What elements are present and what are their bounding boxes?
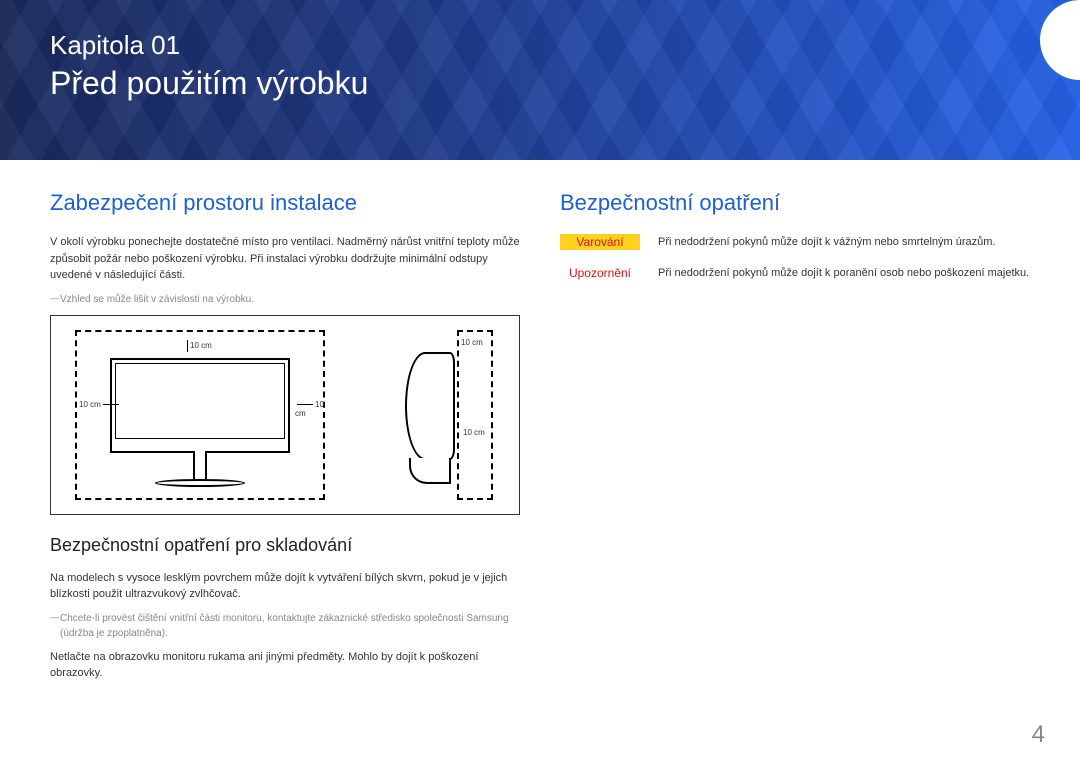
cleaning-note: Chcete-li provést čištění vnitřní části …	[50, 611, 520, 641]
monitor-side-icon	[405, 352, 455, 460]
dim-right: 10 cm	[295, 400, 335, 418]
warning-label: Varování	[560, 234, 640, 250]
dim-side-top: 10 cm	[461, 338, 483, 347]
right-column: Bezpečnostní opatření Varování Při nedod…	[560, 190, 1030, 690]
side-stand-icon	[409, 458, 451, 484]
storage-paragraph-1: Na modelech s vysoce lesklým povrchem mů…	[50, 570, 520, 603]
heading-installation-space: Zabezpečení prostoru instalace	[50, 190, 520, 216]
heading-safety-precautions: Bezpečnostní opatření	[560, 190, 1030, 216]
caution-text: Při nedodržení pokynů může dojít k poran…	[658, 265, 1030, 282]
dim-left: 10 cm	[79, 400, 121, 409]
storage-paragraph-2: Netlačte na obrazovku monitoru rukama an…	[50, 649, 520, 682]
table-row: Varování Při nedodržení pokynů může dojí…	[560, 234, 1030, 251]
heading-storage-precautions: Bezpečnostní opatření pro skladování	[50, 535, 520, 556]
warning-text: Při nedodržení pokynů může dojít k vážný…	[658, 234, 1030, 251]
figure-side-view: 10 cm 10 cm	[365, 330, 495, 500]
table-row: Upozornění Při nedodržení pokynů může do…	[560, 265, 1030, 282]
page-content: Zabezpečení prostoru instalace V okolí v…	[0, 160, 1080, 690]
figure-front-view: 10 cm 10 cm 10 cm	[65, 330, 335, 500]
stand-base-icon	[155, 479, 245, 487]
dim-side-back: 10 cm	[463, 428, 485, 437]
warning-table: Varování Při nedodržení pokynů může dojí…	[560, 234, 1030, 281]
stand-neck-icon	[193, 451, 207, 479]
dim-top: 10 cm	[185, 340, 212, 352]
appearance-note: Vzhled se může lišit v závislosti na výr…	[50, 292, 520, 307]
clearance-boundary-side	[457, 330, 493, 500]
chapter-number: Kapitola 01	[50, 30, 1030, 61]
monitor-front-icon	[110, 358, 290, 453]
chapter-banner: Kapitola 01 Před použitím výrobku	[0, 0, 1080, 160]
clearance-figure: 10 cm 10 cm 10 cm 10 cm 10 cm	[50, 315, 520, 515]
chapter-title: Před použitím výrobku	[50, 65, 1030, 102]
left-column: Zabezpečení prostoru instalace V okolí v…	[50, 190, 520, 690]
installation-paragraph: V okolí výrobku ponechejte dostatečné mí…	[50, 234, 520, 284]
caution-label: Upozornění	[560, 265, 640, 281]
page-number: 4	[1032, 721, 1045, 749]
